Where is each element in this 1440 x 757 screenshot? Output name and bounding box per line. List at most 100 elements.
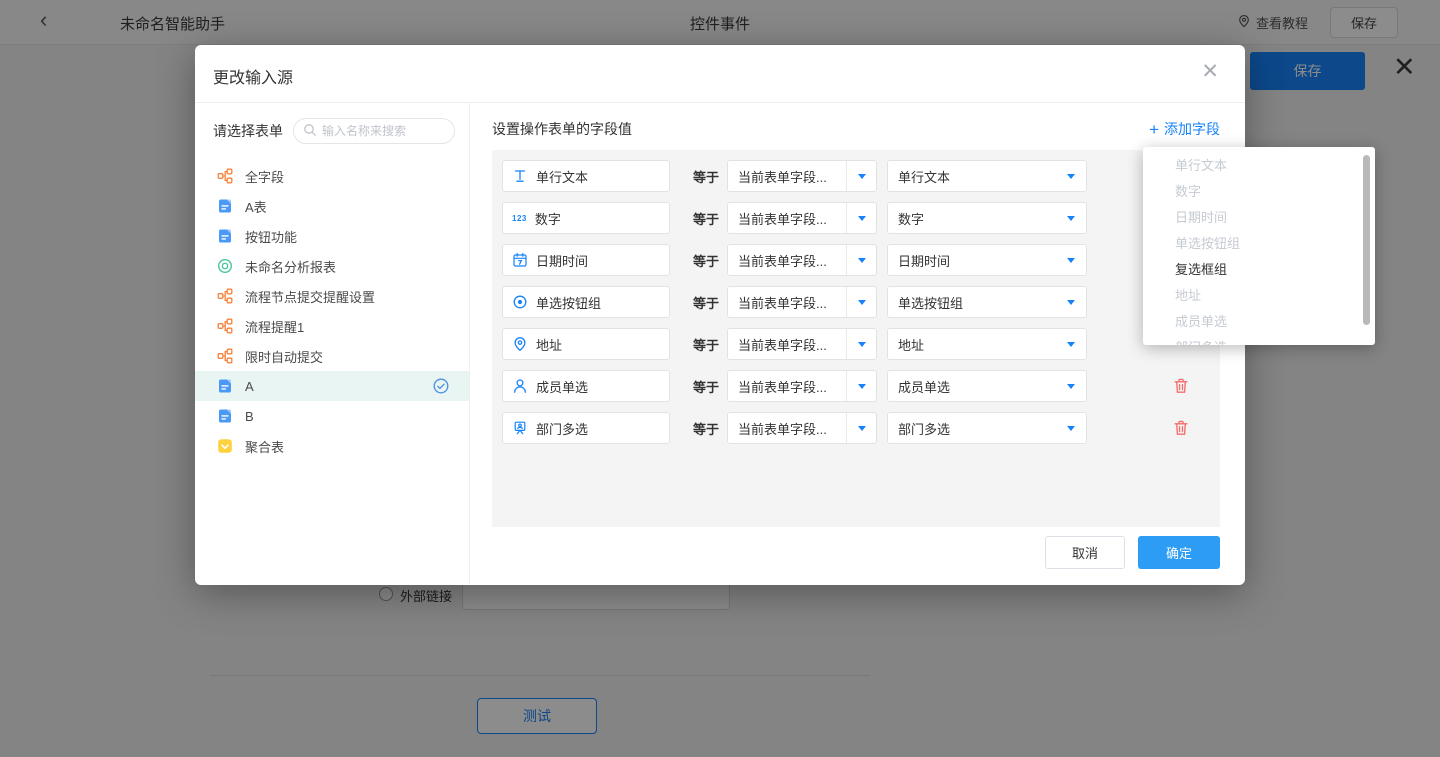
caret-down-icon	[846, 413, 876, 443]
source-select[interactable]: 当前表单字段...	[727, 328, 877, 360]
value-select-value: 日期时间	[888, 251, 1056, 270]
source-select-value: 当前表单字段...	[728, 293, 846, 312]
sidebar-item-label: 流程提醒1	[245, 317, 304, 336]
field-name-box: 地址	[502, 328, 670, 360]
search-box[interactable]	[293, 118, 455, 144]
value-select-value: 数字	[888, 209, 1056, 228]
dialog-body: 请选择表单 全字段 A表 按钮功能 未命名分析报表	[195, 103, 1245, 584]
flow-icon	[217, 318, 233, 334]
sidebar-item[interactable]: A	[195, 371, 469, 401]
cancel-button[interactable]: 取消	[1045, 536, 1125, 569]
value-select[interactable]: 单行文本	[887, 160, 1087, 192]
menu-item[interactable]: 复选框组	[1143, 257, 1375, 283]
value-select[interactable]: 地址	[887, 328, 1087, 360]
confirm-button[interactable]: 确定	[1138, 536, 1220, 569]
flow-icon	[217, 168, 233, 184]
sidebar-item[interactable]: 流程节点提交提醒设置	[195, 281, 469, 311]
sidebar-item-label: 流程节点提交提醒设置	[245, 287, 375, 306]
caret-down-icon	[1056, 329, 1086, 359]
aggregate-icon	[217, 438, 233, 454]
add-field-button[interactable]: + 添加字段	[1149, 119, 1220, 139]
operator-label: 等于	[685, 377, 727, 396]
menu-item[interactable]: 单选按钮组	[1143, 231, 1375, 257]
sidebar-item[interactable]: A表	[195, 191, 469, 221]
source-select-value: 当前表单字段...	[728, 209, 846, 228]
value-select-value: 单选按钮组	[888, 293, 1056, 312]
menu-item[interactable]: 成员单选	[1143, 309, 1375, 335]
field-label: 部门多选	[536, 419, 588, 438]
report-icon	[217, 258, 233, 274]
address-icon	[512, 336, 528, 352]
field-mapping-main: 设置操作表单的字段值 + 添加字段 单行文本 等于 当前表单字段... 单行文本	[470, 103, 1245, 584]
caret-down-icon	[846, 329, 876, 359]
form-icon	[217, 228, 233, 244]
value-select[interactable]: 单选按钮组	[887, 286, 1087, 318]
caret-down-icon	[846, 245, 876, 275]
sidebar-item[interactable]: B	[195, 401, 469, 431]
form-list: 全字段 A表 按钮功能 未命名分析报表 流程节点提交提醒设置 流程提醒1	[195, 161, 469, 461]
text-icon	[512, 168, 528, 184]
source-select[interactable]: 当前表单字段...	[727, 160, 877, 192]
source-select-value: 当前表单字段...	[728, 167, 846, 186]
trash-icon[interactable]	[1172, 419, 1190, 437]
dialog-header: 更改输入源 ✕	[195, 45, 1245, 103]
menu-item[interactable]: 数字	[1143, 179, 1375, 205]
value-select-value: 成员单选	[888, 377, 1056, 396]
menu-item[interactable]: 单行文本	[1143, 153, 1375, 179]
value-select[interactable]: 日期时间	[887, 244, 1087, 276]
caret-down-icon	[846, 203, 876, 233]
member-icon	[512, 378, 528, 394]
field-row: 地址 等于 当前表单字段... 地址	[502, 328, 1210, 360]
datetime-icon	[512, 252, 528, 268]
operator-label: 等于	[685, 209, 727, 228]
value-select[interactable]: 成员单选	[887, 370, 1087, 402]
source-select-value: 当前表单字段...	[728, 251, 846, 270]
caret-down-icon	[1056, 161, 1086, 191]
caret-down-icon	[846, 161, 876, 191]
form-icon	[217, 408, 233, 424]
source-select[interactable]: 当前表单字段...	[727, 244, 877, 276]
change-input-source-dialog: 更改输入源 ✕ 请选择表单 全字段 A表	[195, 45, 1245, 585]
field-name-box: 123 数字	[502, 202, 670, 234]
field-rows-panel: 单行文本 等于 当前表单字段... 单行文本 123 数字 等于 当前表单字段.…	[492, 150, 1220, 527]
sidebar-item[interactable]: 按钮功能	[195, 221, 469, 251]
trash-icon[interactable]	[1172, 377, 1190, 395]
operator-label: 等于	[685, 419, 727, 438]
menu-item[interactable]: 日期时间	[1143, 205, 1375, 231]
field-row: 日期时间 等于 当前表单字段... 日期时间	[502, 244, 1210, 276]
value-select[interactable]: 部门多选	[887, 412, 1087, 444]
plus-icon: +	[1149, 121, 1159, 138]
form-icon	[217, 198, 233, 214]
sidebar-item[interactable]: 全字段	[195, 161, 469, 191]
field-name-box: 单选按钮组	[502, 286, 670, 318]
search-icon	[303, 123, 317, 140]
menu-scrollbar[interactable]	[1363, 155, 1370, 325]
dialog-close-icon[interactable]: ✕	[1201, 61, 1219, 82]
sidebar-item[interactable]: 未命名分析报表	[195, 251, 469, 281]
source-select[interactable]: 当前表单字段...	[727, 370, 877, 402]
add-field-menu: 单行文本数字日期时间单选按钮组复选框组地址成员单选部门多选	[1143, 147, 1375, 345]
source-select[interactable]: 当前表单字段...	[727, 286, 877, 318]
source-select[interactable]: 当前表单字段...	[727, 412, 877, 444]
field-row: 单选按钮组 等于 当前表单字段... 单选按钮组	[502, 286, 1210, 318]
source-select-value: 当前表单字段...	[728, 335, 846, 354]
field-row: 123 数字 等于 当前表单字段... 数字	[502, 202, 1210, 234]
radio-icon	[512, 294, 528, 310]
value-select[interactable]: 数字	[887, 202, 1087, 234]
menu-item[interactable]: 地址	[1143, 283, 1375, 309]
field-name-box: 单行文本	[502, 160, 670, 192]
caret-down-icon	[1056, 413, 1086, 443]
sidebar-item[interactable]: 限时自动提交	[195, 341, 469, 371]
caret-down-icon	[1056, 203, 1086, 233]
field-label: 数字	[535, 209, 561, 228]
section-title: 设置操作表单的字段值	[492, 119, 632, 139]
sidebar-item-label: 聚合表	[245, 437, 284, 456]
sidebar-item[interactable]: 聚合表	[195, 431, 469, 461]
menu-item[interactable]: 部门多选	[1143, 335, 1375, 345]
operator-label: 等于	[685, 167, 727, 186]
main-head: 设置操作表单的字段值 + 添加字段	[470, 103, 1245, 139]
field-name-box: 成员单选	[502, 370, 670, 402]
sidebar-item[interactable]: 流程提醒1	[195, 311, 469, 341]
source-select[interactable]: 当前表单字段...	[727, 202, 877, 234]
search-input[interactable]	[322, 124, 445, 138]
